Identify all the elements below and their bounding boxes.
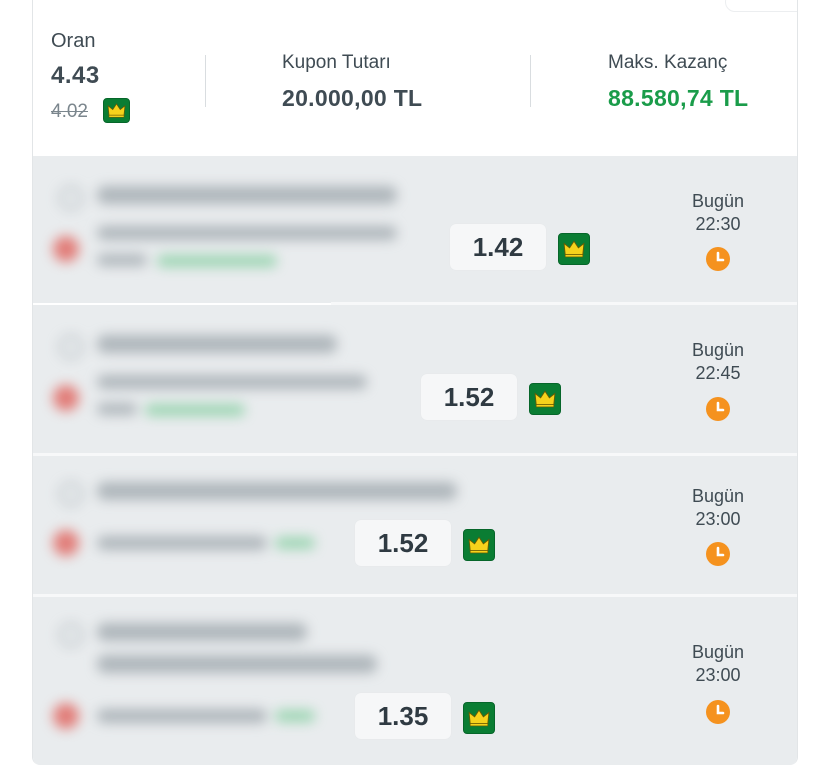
match-day: Bugün [691, 486, 745, 506]
crown-icon [103, 98, 130, 123]
odds-label: Oran [51, 30, 96, 52]
blurred-match-info [33, 156, 453, 303]
max-win-label: Maks. Kazanç [608, 52, 728, 73]
clock-icon [706, 397, 730, 421]
match-day: Bugün [691, 642, 745, 662]
crown-icon [558, 233, 590, 265]
match-hour: 23:00 [695, 665, 741, 685]
odds-value: 4.43 [51, 62, 100, 89]
match-day: Bugün [691, 340, 745, 360]
clock-icon [706, 247, 730, 271]
coupon-summary: Oran 4.43 4.02 Kupon Tutarı 20.000,00 TL… [33, 0, 797, 156]
match-row[interactable]: 1.52 Bugün 22:45 [33, 305, 797, 453]
stake-label: Kupon Tutarı [282, 52, 391, 73]
summary-divider [530, 55, 531, 107]
crown-icon [463, 702, 495, 734]
odds-old-value: 4.02 [51, 101, 88, 122]
match-time: Bugün 22:45 [655, 339, 781, 385]
match-day: Bugün [691, 191, 745, 211]
match-hour: 22:45 [695, 363, 741, 383]
crown-icon [463, 529, 495, 561]
crown-icon [529, 383, 561, 415]
match-hour: 22:30 [695, 214, 741, 234]
match-hour: 23:00 [695, 509, 741, 529]
match-time: Bugün 22:30 [655, 190, 781, 236]
blurred-match-info [33, 597, 393, 765]
coupon-card: Oran 4.43 4.02 Kupon Tutarı 20.000,00 TL… [32, 0, 798, 765]
odd-value[interactable]: 1.52 [421, 374, 517, 420]
odd-value[interactable]: 1.52 [355, 520, 451, 566]
odd-value[interactable]: 1.35 [355, 693, 451, 739]
blurred-match-info [33, 305, 433, 453]
match-row[interactable]: 1.35 Bugün 23:00 [33, 597, 797, 765]
match-row[interactable]: 1.42 Bugün 22:30 [33, 156, 797, 303]
odd-value[interactable]: 1.42 [450, 224, 546, 270]
summary-divider [205, 55, 206, 107]
match-time: Bugün 23:00 [655, 641, 781, 687]
match-time: Bugün 23:00 [655, 485, 781, 531]
clock-icon [706, 542, 730, 566]
stake-value: 20.000,00 TL [282, 85, 423, 111]
clock-icon [706, 700, 730, 724]
match-row[interactable]: 1.52 Bugün 23:00 [33, 456, 797, 594]
max-win-value: 88.580,74 TL [608, 85, 749, 111]
